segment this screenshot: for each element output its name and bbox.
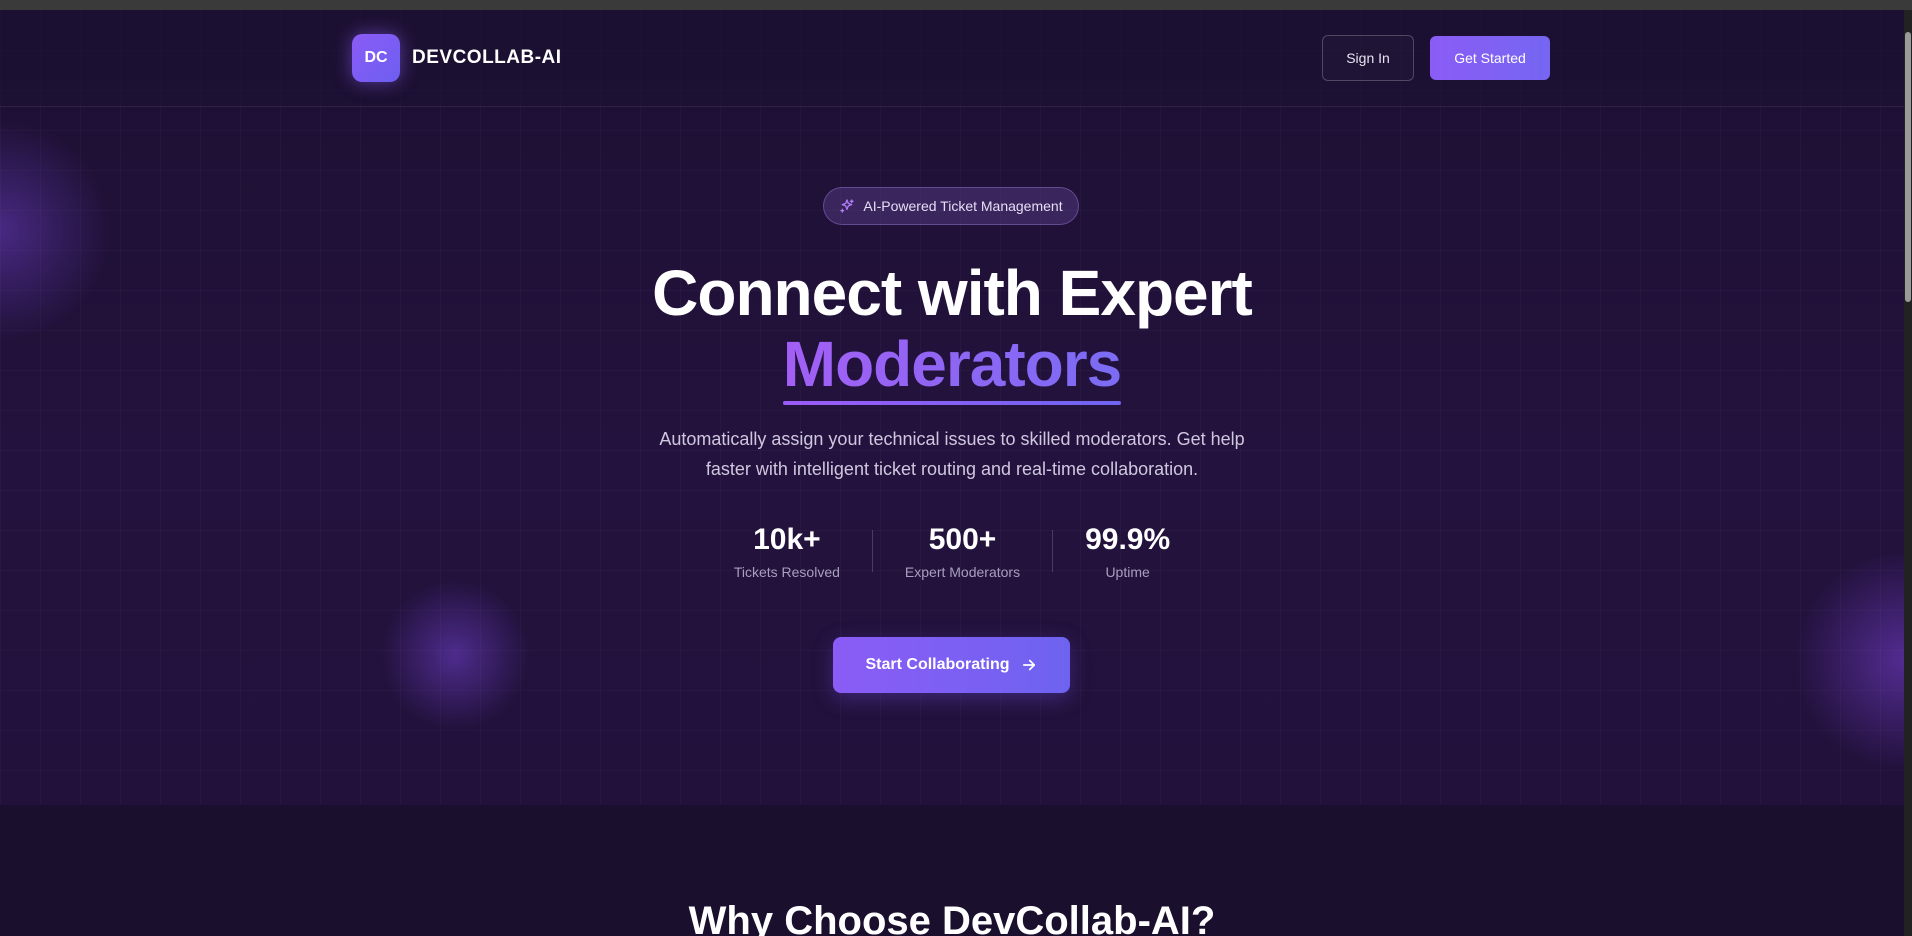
brand-logo[interactable]: DC bbox=[352, 34, 400, 82]
sparkles-icon bbox=[840, 199, 855, 213]
brand[interactable]: DC DEVCOLLAB-AI bbox=[352, 34, 562, 82]
stat-value: 99.9% bbox=[1085, 523, 1171, 556]
brand-name[interactable]: DEVCOLLAB-AI bbox=[412, 47, 562, 69]
features-section: Why Choose DevCollab-AI? bbox=[0, 805, 1904, 936]
stat-label: Tickets Resolved bbox=[733, 564, 840, 580]
ai-badge: AI-Powered Ticket Management bbox=[823, 187, 1079, 225]
scrollbar-thumb[interactable] bbox=[1905, 32, 1911, 302]
features-title: Why Choose DevCollab-AI? bbox=[688, 899, 1216, 936]
badge-text: AI-Powered Ticket Management bbox=[863, 198, 1063, 214]
hero-subtitle: Automatically assign your technical issu… bbox=[659, 429, 1245, 479]
get-started-button[interactable]: Get Started bbox=[1430, 36, 1550, 80]
hero-title-line2-wrap: Moderators bbox=[0, 329, 1904, 405]
stat-label: Uptime bbox=[1105, 564, 1150, 580]
stat-expert-moderators: 500+ Expert Moderators bbox=[873, 520, 1052, 580]
browser-viewport: DC DEVCOLLAB-AI Sign In Get Started AI-P… bbox=[0, 0, 1912, 936]
arrow-right-icon bbox=[1022, 659, 1035, 671]
stat-uptime: 99.9% Uptime bbox=[1053, 520, 1202, 580]
stats-row: 10k+ Tickets Resolved 500+ Expert Modera… bbox=[0, 520, 1904, 580]
stat-value: 10k+ bbox=[753, 523, 821, 556]
hero-title-accent: Moderators bbox=[782, 328, 1122, 405]
cta-label: Start Collaborating bbox=[865, 656, 1010, 673]
navbar: DC DEVCOLLAB-AI Sign In Get Started bbox=[0, 10, 1904, 107]
stat-label: Expert Moderators bbox=[904, 564, 1021, 580]
hero-title-line1: Connect with Expert bbox=[652, 257, 1253, 329]
start-collaborating-button[interactable]: Start Collaborating bbox=[833, 637, 1070, 693]
stat-tickets-resolved: 10k+ Tickets Resolved bbox=[702, 520, 872, 580]
stat-value: 500+ bbox=[928, 523, 997, 556]
sign-in-button[interactable]: Sign In bbox=[1322, 35, 1414, 81]
hero-title-line2: Moderators bbox=[782, 328, 1122, 400]
nav-actions: Sign In Get Started bbox=[1322, 35, 1550, 81]
title-underline bbox=[782, 401, 1122, 405]
scrollbar[interactable] bbox=[1904, 10, 1912, 936]
